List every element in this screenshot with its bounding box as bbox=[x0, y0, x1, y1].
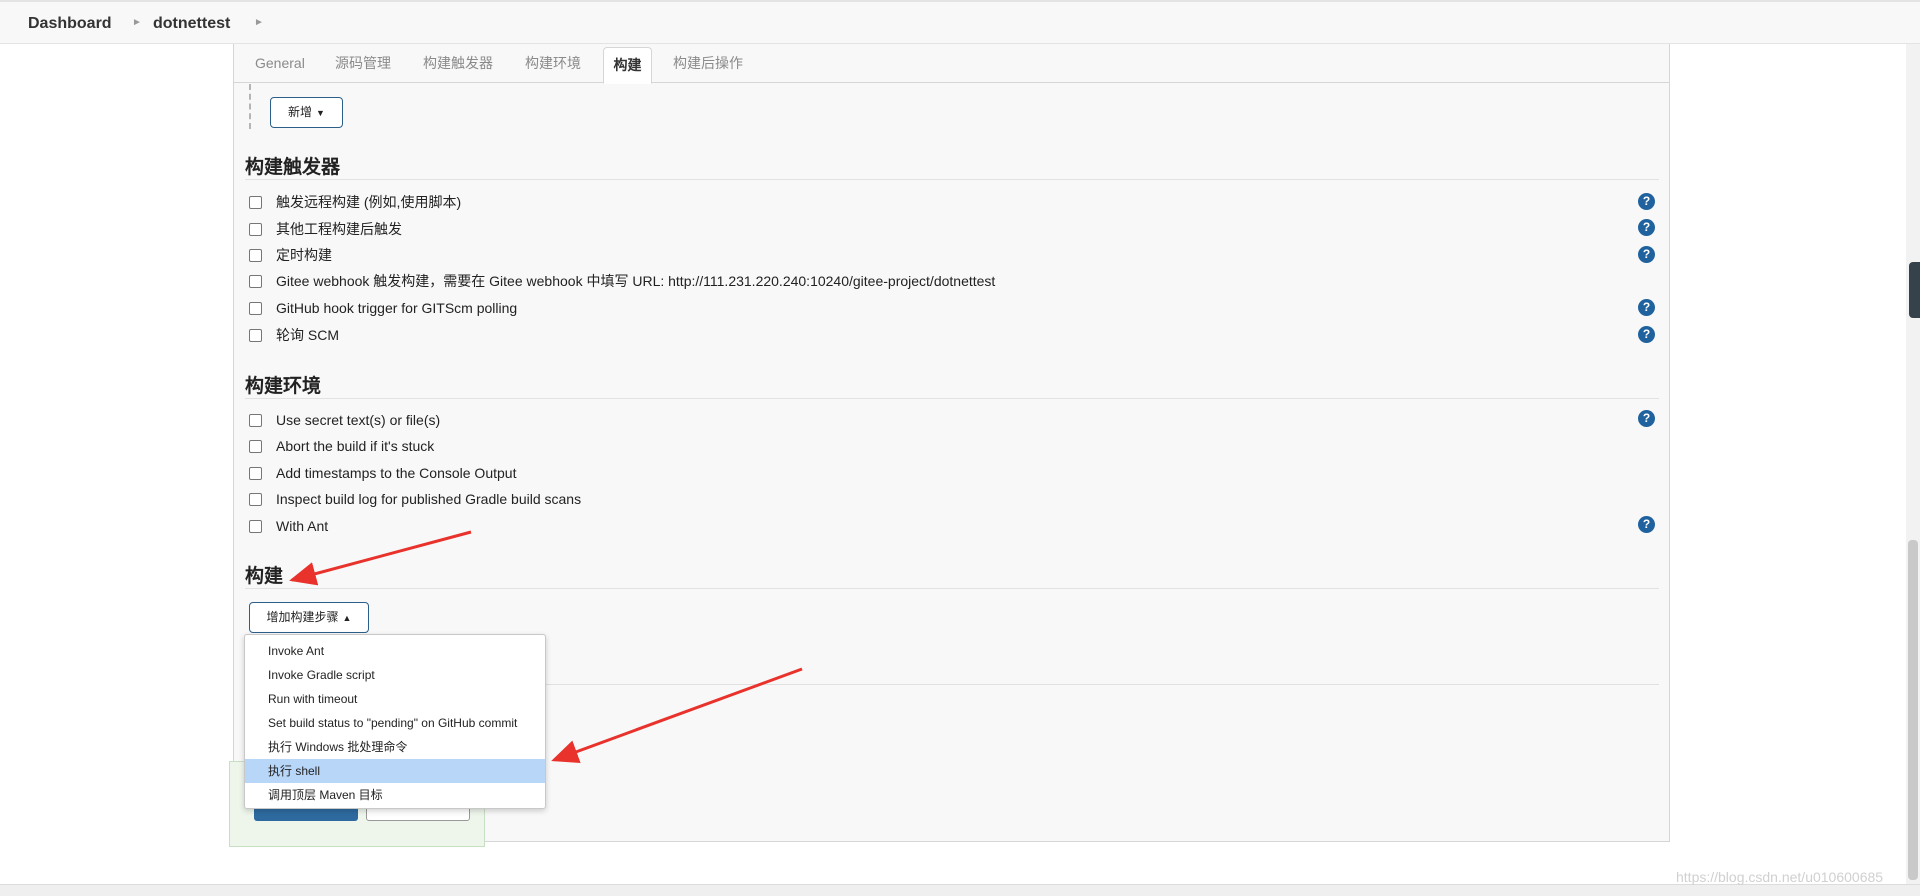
annotation-arrow bbox=[551, 667, 803, 763]
watermark: https://blog.csdn.net/u010600685 bbox=[1676, 869, 1884, 885]
footer-bar bbox=[0, 884, 1920, 896]
side-widget[interactable] bbox=[1909, 262, 1920, 318]
annotation-arrow bbox=[289, 530, 472, 586]
annotation-arrows bbox=[289, 530, 803, 763]
scrollbar-thumb[interactable] bbox=[1908, 540, 1918, 880]
